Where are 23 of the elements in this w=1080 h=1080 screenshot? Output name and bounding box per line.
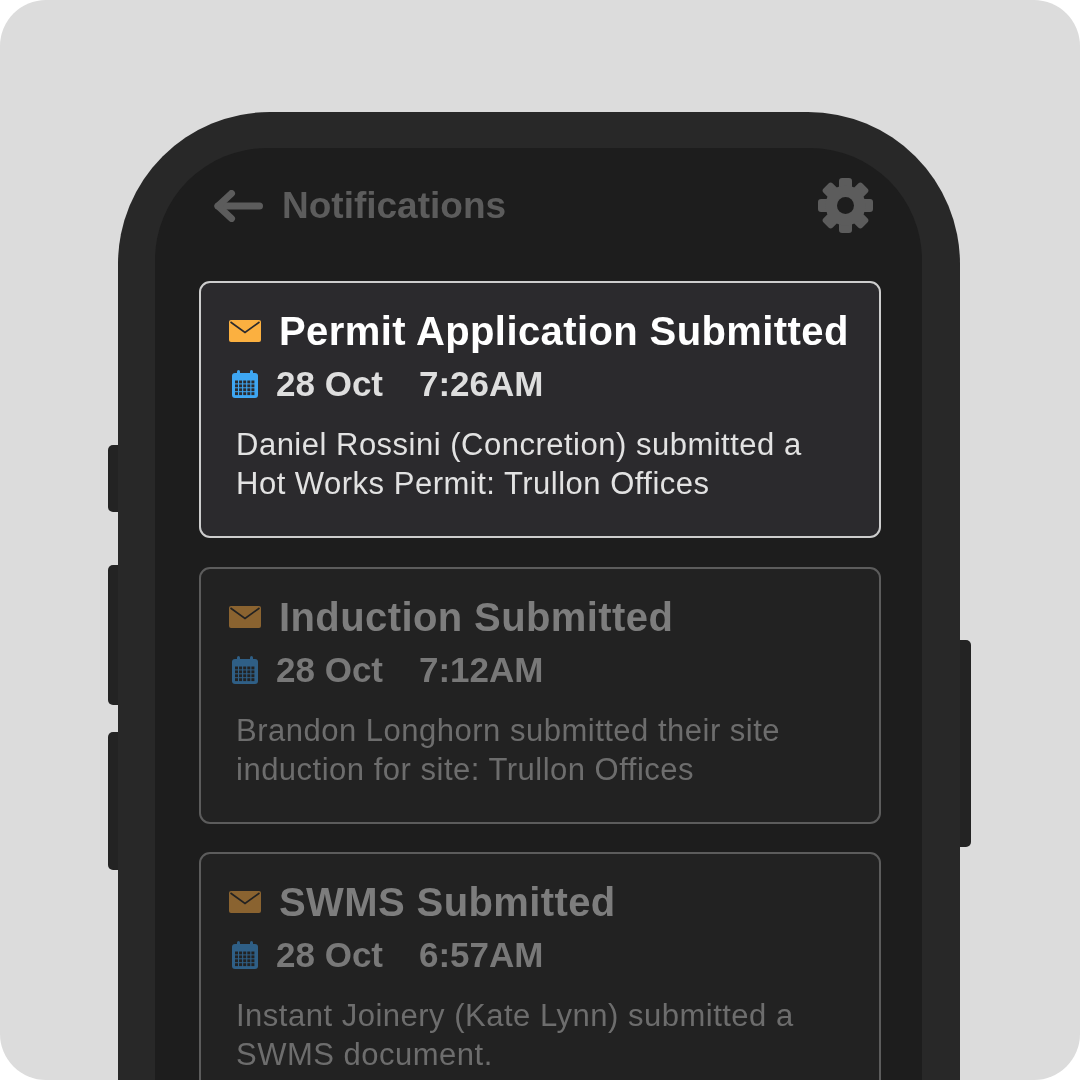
header-title: Notifications <box>282 183 507 228</box>
calendar-icon <box>232 941 258 969</box>
notification-date: 28 Oct <box>276 363 383 405</box>
calendar-icon <box>232 370 258 398</box>
envelope-icon <box>229 320 261 342</box>
notification-card[interactable]: Induction Submitted 28 Oct 7:12AM Brandon Longhorn submitted their site induction for site: Trullon Offices <box>199 566 881 824</box>
notification-card[interactable]: Permit Application Submitted 28 Oct 7:26AM Daniel Rossini (Concretion) submitted a Hot Works Permit: Trullon Offices <box>199 281 881 538</box>
envelope-icon <box>229 605 261 628</box>
envelope-icon <box>229 891 261 913</box>
notification-time: 7:26AM <box>419 363 544 405</box>
notification-time: 6:57AM <box>419 934 544 976</box>
settings-icon[interactable] <box>818 178 873 233</box>
notification-card[interactable]: SWMS Submitted 28 Oct 6:57AM Instant Joinery (Kate Lynn) submitted a SWMS document. <box>199 852 881 1080</box>
notification-time: 7:12AM <box>419 648 544 691</box>
notification-title: Induction Submitted <box>279 593 674 641</box>
notification-message: Daniel Rossini (Concretion) submitted a Hot Works Permit: Trullon Offices <box>236 426 803 503</box>
notification-date: 28 Oct <box>276 648 383 691</box>
notification-message: Instant Joinery (Kate Lynn) submitted a SWMS document. <box>236 997 795 1074</box>
notification-title: Permit Application Submitted <box>279 308 849 355</box>
calendar-icon <box>232 655 258 684</box>
notification-date: 28 Oct <box>276 934 383 976</box>
notification-message: Brandon Longhorn submitted their site induction for site: Trullon Offices <box>236 711 782 789</box>
notification-title: SWMS Submitted <box>279 879 616 926</box>
